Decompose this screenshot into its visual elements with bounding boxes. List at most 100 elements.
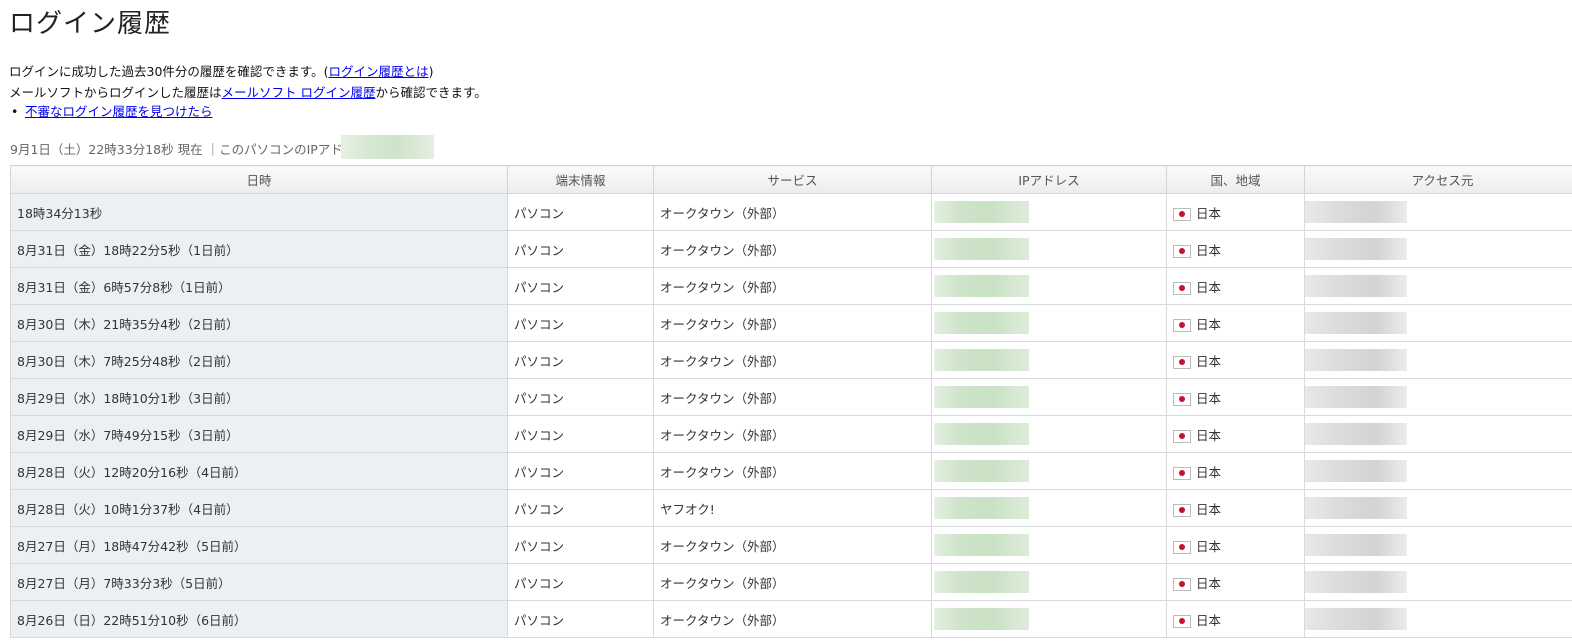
country-label: 日本: [1196, 427, 1222, 443]
cell-country: 日本: [1166, 341, 1305, 379]
table-row: 8月29日（水）7時49分15秒（3日前） パソコン オークタウン（外部） 日本: [10, 415, 1572, 453]
ip-redacted: [934, 201, 1029, 223]
cell-service: オークタウン（外部）: [653, 563, 932, 601]
cell-service: オークタウン（外部）: [653, 378, 932, 416]
suspicious-login-link[interactable]: 不審なログイン履歴を見つけたら: [25, 104, 213, 119]
cell-device: パソコン: [507, 267, 654, 305]
cell-datetime: 8月30日（木）7時25分48秒（2日前）: [10, 341, 508, 379]
cell-access-source: [1304, 452, 1572, 490]
country-label: 日本: [1196, 464, 1222, 480]
intro-text: ログインに成功した過去30件分の履歴を確認できます。(ログイン履歴とは) メール…: [9, 61, 487, 103]
access-source-redacted: [1305, 201, 1407, 223]
cell-country: 日本: [1166, 230, 1305, 268]
intro-line-2-end: から確認できます。: [375, 85, 487, 100]
cell-country: 日本: [1166, 452, 1305, 490]
cell-service: オークタウン（外部）: [653, 304, 932, 342]
cell-datetime: 8月31日（金）6時57分8秒（1日前）: [10, 267, 508, 305]
access-source-redacted: [1305, 238, 1407, 260]
japan-flag-icon: [1173, 429, 1191, 443]
mail-software-login-history-link[interactable]: メールソフト ログイン履歴: [222, 85, 376, 100]
japan-flag-icon: [1173, 577, 1191, 591]
access-source-redacted: [1305, 571, 1407, 593]
cell-access-source: [1304, 600, 1572, 638]
cell-access-source: [1304, 304, 1572, 342]
cell-device: パソコン: [507, 452, 654, 490]
table-row: 8月30日（木）7時25分48秒（2日前） パソコン オークタウン（外部） 日本: [10, 341, 1572, 379]
table-row: 8月31日（金）6時57分8秒（1日前） パソコン オークタウン（外部） 日本: [10, 267, 1572, 305]
access-source-redacted: [1305, 349, 1407, 371]
country-label: 日本: [1196, 279, 1222, 295]
country-label: 日本: [1196, 501, 1222, 517]
cell-device: パソコン: [507, 341, 654, 379]
intro-line-1-end: ): [428, 64, 434, 79]
country-label: 日本: [1196, 575, 1222, 591]
header-service: サービス: [653, 165, 932, 194]
cell-service: オークタウン（外部）: [653, 526, 932, 564]
cell-service: オークタウン（外部）: [653, 600, 932, 638]
login-history-help-link[interactable]: ログイン履歴とは: [329, 64, 429, 79]
cell-service: オークタウン（外部）: [653, 267, 932, 305]
japan-flag-icon: [1173, 207, 1191, 221]
access-source-redacted: [1305, 275, 1407, 297]
table-header-row: 日時 端末情報 サービス IPアドレス 国、地域 アクセス元: [10, 165, 1572, 194]
cell-datetime: 18時34分13秒: [10, 193, 508, 231]
ip-redacted: [934, 608, 1029, 630]
table-row: 8月28日（火）10時1分37秒（4日前） パソコン ヤフオク! 日本: [10, 489, 1572, 527]
ip-redacted: [934, 497, 1029, 519]
japan-flag-icon: [1173, 355, 1191, 369]
country-label: 日本: [1196, 242, 1222, 258]
cell-country: 日本: [1166, 563, 1305, 601]
cell-service: オークタウン（外部）: [653, 415, 932, 453]
cell-service: オークタウン（外部）: [653, 452, 932, 490]
table-row: 8月27日（月）18時47分42秒（5日前） パソコン オークタウン（外部） 日本: [10, 526, 1572, 564]
access-source-redacted: [1305, 534, 1407, 556]
cell-device: パソコン: [507, 489, 654, 527]
japan-flag-icon: [1173, 318, 1191, 332]
japan-flag-icon: [1173, 244, 1191, 258]
japan-flag-icon: [1173, 503, 1191, 517]
cell-device: パソコン: [507, 415, 654, 453]
intro-line-1-text: ログインに成功した過去30件分の履歴を確認できます。(: [9, 64, 329, 79]
cell-service: オークタウン（外部）: [653, 230, 932, 268]
current-status: 9月1日（土）22時33分18秒 現在 ｜このパソコンのIPアドレス：: [10, 142, 381, 157]
cell-access-source: [1304, 563, 1572, 601]
cell-datetime: 8月28日（火）12時20分16秒（4日前）: [10, 452, 508, 490]
intro-line-1: ログインに成功した過去30件分の履歴を確認できます。(ログイン履歴とは): [9, 61, 487, 82]
cell-ip: [931, 304, 1167, 342]
ip-redacted: [934, 571, 1029, 593]
cell-service: ヤフオク!: [653, 489, 932, 527]
bullet-icon: •: [11, 104, 19, 119]
header-ip: IPアドレス: [931, 165, 1167, 194]
cell-datetime: 8月27日（月）18時47分42秒（5日前）: [10, 526, 508, 564]
cell-device: パソコン: [507, 230, 654, 268]
country-label: 日本: [1196, 205, 1222, 221]
japan-flag-icon: [1173, 540, 1191, 554]
country-label: 日本: [1196, 316, 1222, 332]
cell-country: 日本: [1166, 304, 1305, 342]
header-access-source: アクセス元: [1304, 165, 1572, 194]
cell-ip: [931, 415, 1167, 453]
cell-country: 日本: [1166, 526, 1305, 564]
cell-datetime: 8月31日（金）18時22分5秒（1日前）: [10, 230, 508, 268]
japan-flag-icon: [1173, 392, 1191, 406]
cell-service: オークタウン（外部）: [653, 341, 932, 379]
ip-redacted: [934, 386, 1029, 408]
cell-datetime: 8月30日（木）21時35分4秒（2日前）: [10, 304, 508, 342]
table-row: 8月31日（金）18時22分5秒（1日前） パソコン オークタウン（外部） 日本: [10, 230, 1572, 268]
cell-ip: [931, 489, 1167, 527]
intro-line-2: メールソフトからログインした履歴はメールソフト ログイン履歴から確認できます。: [9, 82, 487, 103]
cell-device: パソコン: [507, 378, 654, 416]
cell-device: パソコン: [507, 526, 654, 564]
current-ip-redacted: [341, 135, 434, 159]
cell-ip: [931, 452, 1167, 490]
ip-redacted: [934, 275, 1029, 297]
page-title: ログイン履歴: [9, 9, 172, 39]
intro-line-2-text: メールソフトからログインした履歴は: [9, 85, 222, 100]
cell-access-source: [1304, 415, 1572, 453]
cell-ip: [931, 600, 1167, 638]
table-row: 8月27日（月）7時33分3秒（5日前） パソコン オークタウン（外部） 日本: [10, 563, 1572, 601]
japan-flag-icon: [1173, 281, 1191, 295]
cell-ip: [931, 193, 1167, 231]
table-row: 8月28日（火）12時20分16秒（4日前） パソコン オークタウン（外部） 日本: [10, 452, 1572, 490]
table-row: 8月26日（日）22時51分10秒（6日前） パソコン オークタウン（外部） 日本: [10, 600, 1572, 638]
